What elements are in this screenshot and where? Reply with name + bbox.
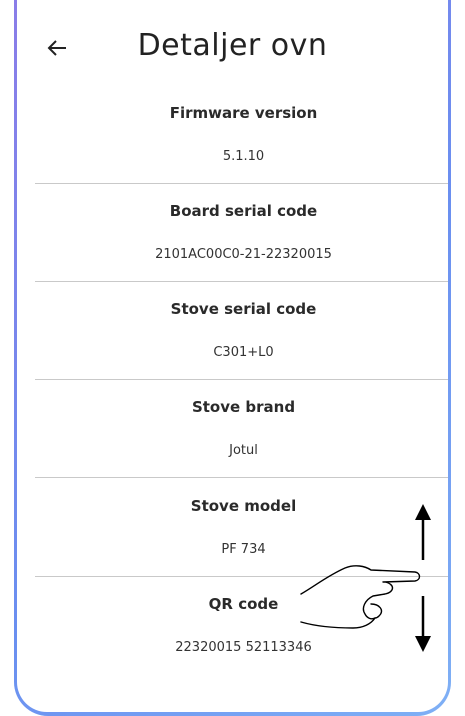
detail-label: Stove brand [191, 398, 296, 416]
detail-qr-code: QR code 22320015 52113346 [35, 595, 448, 693]
detail-value: PF 734 [221, 542, 266, 557]
page-title: Detaljer ovn [137, 28, 328, 63]
detail-value: 2101AC00C0-21-22320015 [155, 247, 332, 262]
detail-stove-brand: Stove brand Jotul [35, 398, 448, 496]
detail-label: Stove model [190, 497, 297, 515]
detail-label: Firmware version [169, 104, 318, 122]
divider [35, 477, 448, 478]
detail-firmware-version: Firmware version 5.1.10 [35, 104, 448, 202]
divider [35, 576, 448, 577]
detail-stove-model: Stove model PF 734 [35, 497, 448, 595]
detail-label: QR code [208, 595, 279, 613]
app-screen: Detaljer ovn Firmware version 5.1.10 Boa… [17, 0, 448, 712]
app-header: Detaljer ovn [17, 0, 448, 96]
detail-value: 22320015 52113346 [175, 640, 312, 655]
detail-board-serial-code: Board serial code 2101AC00C0-21-22320015 [35, 202, 448, 300]
detail-value: 5.1.10 [222, 149, 265, 164]
detail-label: Stove serial code [170, 300, 317, 318]
detail-value: Jotul [229, 443, 258, 458]
divider [35, 183, 448, 184]
detail-label: Board serial code [169, 202, 318, 220]
detail-value: C301+L0 [213, 345, 274, 360]
detail-stove-serial-code: Stove serial code C301+L0 [35, 300, 448, 398]
divider [35, 379, 448, 380]
device-frame: Detaljer ovn Firmware version 5.1.10 Boa… [14, 0, 451, 716]
divider [35, 281, 448, 282]
